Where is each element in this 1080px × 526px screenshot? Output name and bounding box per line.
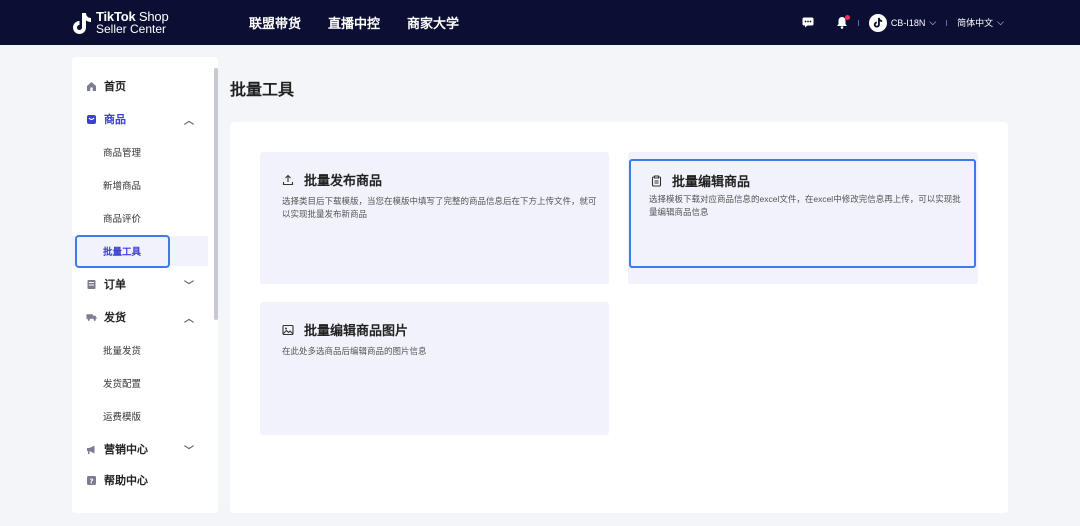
megaphone-icon (86, 444, 97, 455)
language-label: 简体中文 (957, 18, 994, 28)
sidebar-item-products[interactable]: 商品 ︿ (72, 104, 208, 134)
selection-highlight (75, 235, 170, 268)
sidebar-item-label: 新增商品 (103, 181, 142, 192)
sidebar-item-label: 运费模版 (103, 412, 142, 423)
page-title: 批量工具 (230, 82, 295, 99)
account-name: CB-I18N (890, 17, 926, 28)
card-bulk-edit-images[interactable]: 批量编辑商品图片 在此处多选商品后编辑商品的图片信息 (260, 302, 609, 435)
notification-dot (844, 15, 850, 20)
shipping-icon (86, 312, 97, 323)
sidebar-item-add-product[interactable]: 新增商品 (72, 170, 208, 200)
sidebar-scrollbar[interactable] (214, 68, 218, 320)
sidebar-item-marketing[interactable]: 营销中心 ﹀ (72, 434, 208, 464)
home-icon (86, 81, 97, 92)
image-icon (282, 324, 294, 336)
sidebar-item-shipping-templates[interactable]: 运费模版 (72, 401, 208, 431)
card-bulk-edit[interactable]: 批量编辑商品 选择模板下载对应商品信息的excel文件，在excel中修改完信息… (629, 159, 976, 268)
sidebar-item-label: 营销中心 (104, 444, 148, 456)
nav-seller-university[interactable]: 商家大学 (407, 13, 459, 32)
language-switcher[interactable]: 简体中文 ⌵ (957, 16, 1004, 29)
account-switcher[interactable]: CB-I18N ⌵ (868, 13, 937, 32)
nav-live-control[interactable]: 直播中控 (328, 13, 380, 32)
card-description: 在此处多选商品后编辑商品的图片信息 (282, 346, 427, 356)
nav-affiliate[interactable]: 联盟带货 (249, 13, 301, 32)
sidebar-item-home[interactable]: 首页 (72, 71, 208, 101)
clipboard-icon (651, 175, 662, 187)
main-panel: 批量发布商品 选择类目后下载模版，当您在模版中填写了完整的商品信息后在下方上传文… (230, 122, 1008, 513)
upload-icon (282, 174, 294, 186)
divider (857, 19, 859, 26)
card-title: 批量编辑商品图片 (304, 323, 409, 338)
chevron-down-icon: ⌵ (929, 17, 937, 27)
card-title: 批量编辑商品 (672, 174, 751, 189)
sidebar-item-help[interactable]: ? 帮助中心 (72, 465, 208, 495)
chevron-down-icon: ⌵ (997, 17, 1004, 27)
sidebar-item-label: 帮助中心 (104, 475, 148, 487)
chevron-up-icon: ︿ (184, 115, 194, 127)
top-right-tools: CB-I18N ⌵ 简体中文 ⌵ (802, 0, 1004, 45)
sidebar-item-label: 商品管理 (103, 148, 142, 159)
sidebar-item-bulk-shipping[interactable]: 批量发货 (72, 335, 208, 365)
bell-icon[interactable] (836, 15, 850, 29)
logo-subtitle: Seller Center (96, 22, 167, 36)
help-icon: ? (86, 475, 97, 486)
sidebar-item-shipping[interactable]: 发货 ︿ (72, 302, 208, 332)
sidebar-item-label: 商品评价 (103, 214, 142, 225)
card-bulk-publish[interactable]: 批量发布商品 选择类目后下载模版，当您在模版中填写了完整的商品信息后在下方上传文… (260, 152, 609, 284)
sidebar-item-orders[interactable]: 订单 ﹀ (72, 269, 208, 299)
divider (946, 19, 948, 26)
chevron-up-icon: ︿ (184, 313, 194, 325)
sidebar-item-label: 商品 (104, 114, 126, 126)
order-icon (86, 279, 97, 290)
sidebar-item-label: 发货配置 (103, 379, 142, 390)
card-title: 批量发布商品 (304, 173, 383, 188)
card-description: 选择模板下载对应商品信息的excel文件，在excel中修改完信息再上传，可以实… (649, 194, 961, 217)
top-bar: TikTok Shop Seller Center 联盟带货 直播中控 商家大学… (0, 0, 1080, 45)
sidebar-item-shipping-settings[interactable]: 发货配置 (72, 368, 208, 398)
sidebar-item-product-management[interactable]: 商品管理 (72, 137, 208, 167)
sidebar: 首页 商品 ︿ 商品管理 新增商品 商品评价 批量工具 订单 ﹀ 发货 ︿ 批量… (72, 57, 218, 513)
sidebar-item-label: 订单 (104, 279, 126, 291)
chat-icon[interactable] (802, 17, 814, 28)
sidebar-item-label: 发货 (104, 312, 126, 324)
chevron-down-icon: ﹀ (184, 445, 194, 457)
svg-text:?: ? (89, 477, 93, 485)
tiktok-shop-logo[interactable]: TikTok Shop Seller Center (72, 9, 169, 37)
chevron-down-icon: ﹀ (184, 280, 194, 292)
sidebar-item-label: 批量发货 (103, 346, 142, 357)
product-icon (86, 114, 97, 125)
card-description: 选择类目后下载模版，当您在模版中填写了完整的商品信息后在下方上传文件，就可以实现… (282, 196, 597, 219)
sidebar-item-product-reviews[interactable]: 商品评价 (72, 203, 208, 233)
top-nav: 联盟带货 直播中控 商家大学 (249, 0, 459, 45)
tiktok-logo-icon (72, 11, 92, 35)
sidebar-item-label: 首页 (104, 81, 126, 93)
account-avatar (868, 13, 887, 32)
